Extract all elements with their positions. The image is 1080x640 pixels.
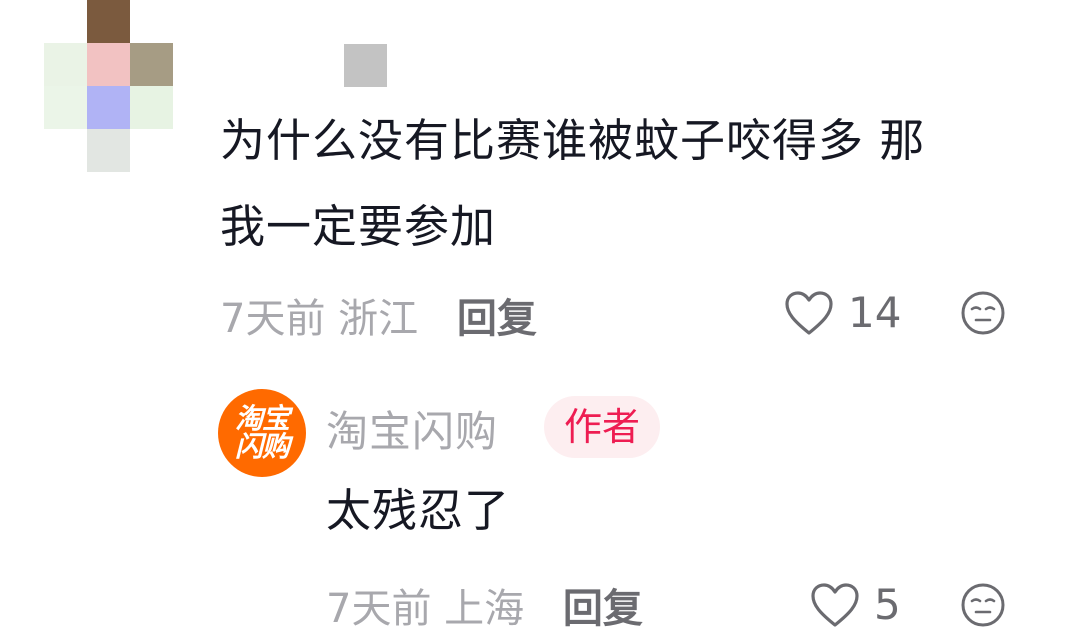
username-redacted[interactable] [344, 44, 387, 87]
comment-line: 我一定要参加 [220, 200, 497, 253]
heart-outline-icon [785, 290, 833, 335]
brand-logo: 淘宝 闪购 [234, 402, 290, 463]
dislike-button[interactable] [960, 290, 1006, 336]
comment-text: 为什么没有比赛谁被蚊子咬得多 那 我一定要参加 [220, 98, 1040, 270]
avatar[interactable] [44, 0, 173, 172]
comment-line: 为什么没有比赛谁被蚊子咬得多 那 [220, 114, 926, 167]
like-count: 14 [848, 288, 902, 337]
comment-thread: 为什么没有比赛谁被蚊子咬得多 那 我一定要参加 7天前 浙江 回复 14 淘宝 … [0, 0, 1080, 640]
heart-outline-icon [811, 582, 859, 627]
neutral-face-icon [961, 291, 1005, 335]
comment-location: 浙江 [338, 296, 419, 342]
reply-time: 7天前 [326, 586, 432, 632]
reply-meta: 7天前 上海 回复 [326, 576, 643, 634]
dislike-button[interactable] [960, 582, 1006, 628]
like-count: 5 [874, 580, 901, 629]
reply-username[interactable]: 淘宝闪购 [326, 398, 498, 459]
reply-button[interactable]: 回复 [563, 586, 643, 632]
comment-time: 7天前 [220, 296, 326, 342]
author-badge: 作者 [544, 396, 660, 458]
reply-button[interactable]: 回复 [457, 296, 537, 342]
like-button[interactable]: 14 [784, 288, 901, 337]
reply-text: 太残忍了 [326, 484, 511, 537]
neutral-face-icon [961, 583, 1005, 627]
comment-meta: 7天前 浙江 回复 [220, 286, 537, 344]
brand-avatar[interactable]: 淘宝 闪购 [218, 389, 306, 477]
reply-location: 上海 [444, 586, 525, 632]
like-button[interactable]: 5 [810, 580, 901, 629]
